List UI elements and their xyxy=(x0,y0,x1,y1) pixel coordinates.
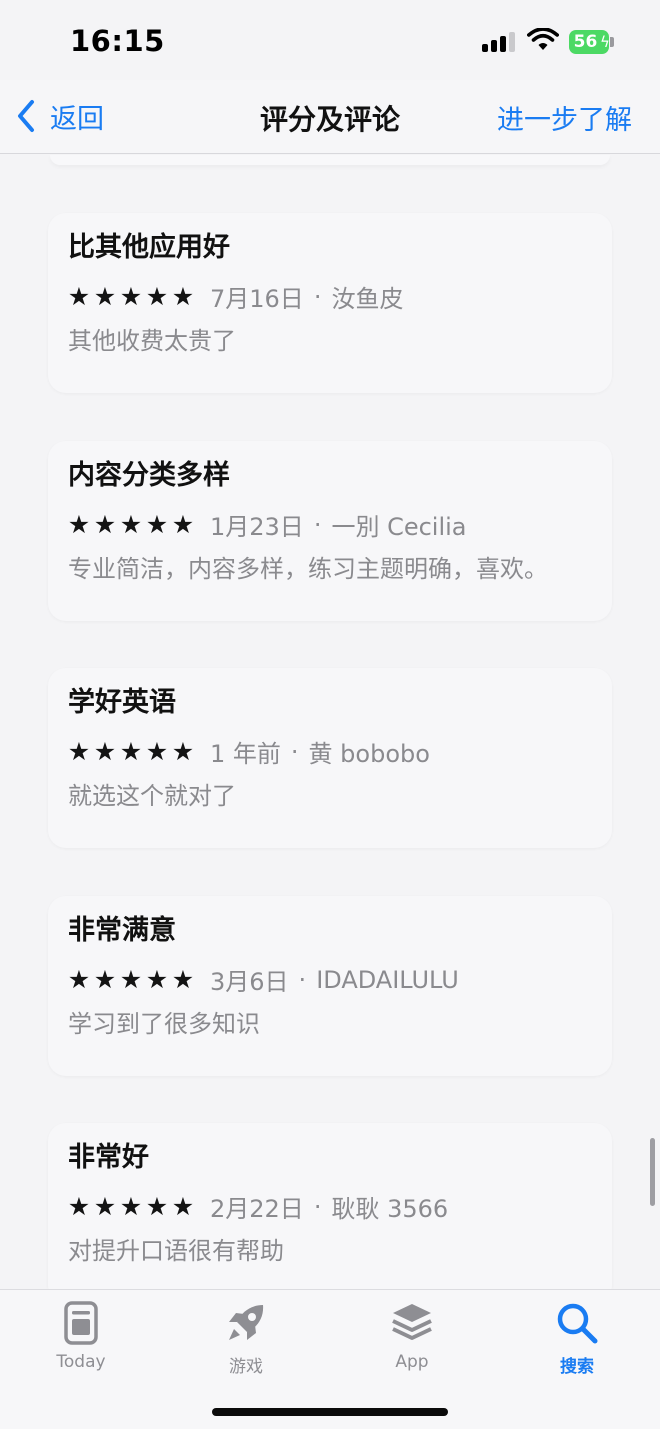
star-icon: ★ xyxy=(67,736,91,766)
tab-today[interactable]: Today xyxy=(21,1300,141,1380)
star-icon: ★ xyxy=(67,964,91,994)
star-icon: ★ xyxy=(119,509,143,539)
review-date: 1月23日 xyxy=(210,513,304,541)
star-icon: ★ xyxy=(93,509,117,539)
star-rating: ★ ★ ★ ★ ★ xyxy=(66,1191,196,1221)
search-icon xyxy=(557,1303,598,1344)
review-body: 其他收费太贵了 xyxy=(68,327,236,355)
review-author: 黄 bobobo xyxy=(308,740,430,768)
star-icon: ★ xyxy=(93,281,117,311)
star-icon: ★ xyxy=(171,281,195,311)
tab-games[interactable]: 游戏 xyxy=(186,1300,306,1380)
tab-label: Today xyxy=(56,1352,106,1372)
meta-separator: · xyxy=(298,965,307,994)
wifi-icon xyxy=(527,28,559,50)
star-icon: ★ xyxy=(171,736,195,766)
scrollbar[interactable] xyxy=(650,1138,655,1206)
app-store-ratings-screen: 16:15 56 ϟ 返回 评分及评论 进一步了解 比其他应用好 ★ ★ ★ ★… xyxy=(0,0,660,1429)
review-body: 专业简洁，内容多样，练习主题明确，喜欢。 xyxy=(68,555,548,583)
star-icon: ★ xyxy=(145,509,169,539)
review-date: 3月6日 xyxy=(210,968,289,996)
review-meta: ★ ★ ★ ★ ★ 7月16日 · 汝鱼皮 xyxy=(66,279,404,314)
meta-separator: · xyxy=(313,1192,322,1221)
status-time: 16:15 xyxy=(70,24,165,58)
tab-search[interactable]: 搜索 xyxy=(517,1300,637,1380)
review-author: 一別 Cecilia xyxy=(331,513,467,541)
meta-separator: · xyxy=(313,282,322,311)
review-card[interactable]: 非常满意 ★ ★ ★ ★ ★ 3月6日 · IDADAILULU 学习到了很多知识 xyxy=(48,896,612,1076)
home-indicator[interactable] xyxy=(212,1408,448,1416)
star-icon: ★ xyxy=(93,964,117,994)
star-rating: ★ ★ ★ ★ ★ xyxy=(66,964,196,994)
battery-tip xyxy=(610,37,614,47)
review-meta: ★ ★ ★ ★ ★ 3月6日 · IDADAILULU xyxy=(66,962,459,997)
review-body: 就选这个就对了 xyxy=(68,782,236,810)
review-card[interactable]: 比其他应用好 ★ ★ ★ ★ ★ 7月16日 · 汝鱼皮 其他收费太贵了 xyxy=(48,213,612,393)
star-icon: ★ xyxy=(145,1191,169,1221)
review-date: 7月16日 xyxy=(210,285,304,313)
meta-separator: · xyxy=(313,510,322,539)
review-meta: ★ ★ ★ ★ ★ 1 年前 · 黄 bobobo xyxy=(66,734,430,769)
status-bar: 16:15 56 ϟ xyxy=(0,0,660,80)
meta-separator: · xyxy=(290,737,299,766)
tab-label: 游戏 xyxy=(229,1357,263,1377)
star-icon: ★ xyxy=(67,509,91,539)
star-icon: ★ xyxy=(93,736,117,766)
battery-icon: 56 ϟ xyxy=(569,30,610,54)
star-icon: ★ xyxy=(119,964,143,994)
review-card[interactable]: 内容分类多样 ★ ★ ★ ★ ★ 1月23日 · 一別 Cecilia 专业简洁，内容多… xyxy=(48,441,612,621)
star-rating: ★ ★ ★ ★ ★ xyxy=(66,281,196,311)
review-title: 非常好 xyxy=(68,1142,149,1173)
reviews-list[interactable]: 比其他应用好 ★ ★ ★ ★ ★ 7月16日 · 汝鱼皮 其他收费太贵了 内容分类多样 … xyxy=(0,155,660,1290)
star-icon: ★ xyxy=(93,1191,117,1221)
star-icon: ★ xyxy=(145,964,169,994)
review-body: 对提升口语很有帮助 xyxy=(68,1237,284,1265)
review-meta: ★ ★ ★ ★ ★ 2月22日 · 耿耿 3566 xyxy=(66,1189,448,1224)
star-icon: ★ xyxy=(145,281,169,311)
tab-label: 搜索 xyxy=(560,1357,594,1377)
review-date: 2月22日 xyxy=(210,1195,304,1223)
star-icon: ★ xyxy=(119,281,143,311)
battery-level: 56 xyxy=(573,32,598,52)
star-icon: ★ xyxy=(171,509,195,539)
review-author: IDADAILULU xyxy=(316,965,459,994)
review-card[interactable]: 非常好 ★ ★ ★ ★ ★ 2月22日 · 耿耿 3566 对提升口语很有帮助 xyxy=(48,1123,612,1290)
review-author: 耿耿 3566 xyxy=(331,1195,449,1223)
review-date: 1 年前 xyxy=(210,740,281,768)
star-icon: ★ xyxy=(145,736,169,766)
star-rating: ★ ★ ★ ★ ★ xyxy=(66,736,196,766)
cellular-signal-icon xyxy=(482,32,518,52)
star-rating: ★ ★ ★ ★ ★ xyxy=(66,509,196,539)
star-icon: ★ xyxy=(119,736,143,766)
star-icon: ★ xyxy=(171,1191,195,1221)
previous-review-card-edge xyxy=(50,155,610,165)
star-icon: ★ xyxy=(119,1191,143,1221)
learn-more-link[interactable]: 进一步了解 xyxy=(497,98,632,137)
review-meta: ★ ★ ★ ★ ★ 1月23日 · 一別 Cecilia xyxy=(66,507,467,542)
charging-bolt-icon: ϟ xyxy=(600,33,610,51)
review-body: 学习到了很多知识 xyxy=(68,1010,260,1038)
star-icon: ★ xyxy=(171,964,195,994)
review-title: 比其他应用好 xyxy=(68,232,230,263)
review-card[interactable]: 学好英语 ★ ★ ★ ★ ★ 1 年前 · 黄 bobobo 就选这个就对了 xyxy=(48,668,612,848)
tab-label: App xyxy=(395,1352,429,1372)
tab-apps[interactable]: App xyxy=(352,1300,472,1380)
review-title: 非常满意 xyxy=(68,915,176,946)
rocket-icon xyxy=(229,1305,264,1340)
app-stack-icon xyxy=(392,1304,432,1340)
review-author: 汝鱼皮 xyxy=(331,285,404,313)
review-title: 内容分类多样 xyxy=(68,460,230,491)
review-title: 学好英语 xyxy=(68,687,176,718)
navigation-bar: 返回 评分及评论 进一步了解 xyxy=(0,80,660,154)
star-icon: ★ xyxy=(67,1191,91,1221)
star-icon: ★ xyxy=(67,281,91,311)
today-icon xyxy=(64,1301,98,1345)
